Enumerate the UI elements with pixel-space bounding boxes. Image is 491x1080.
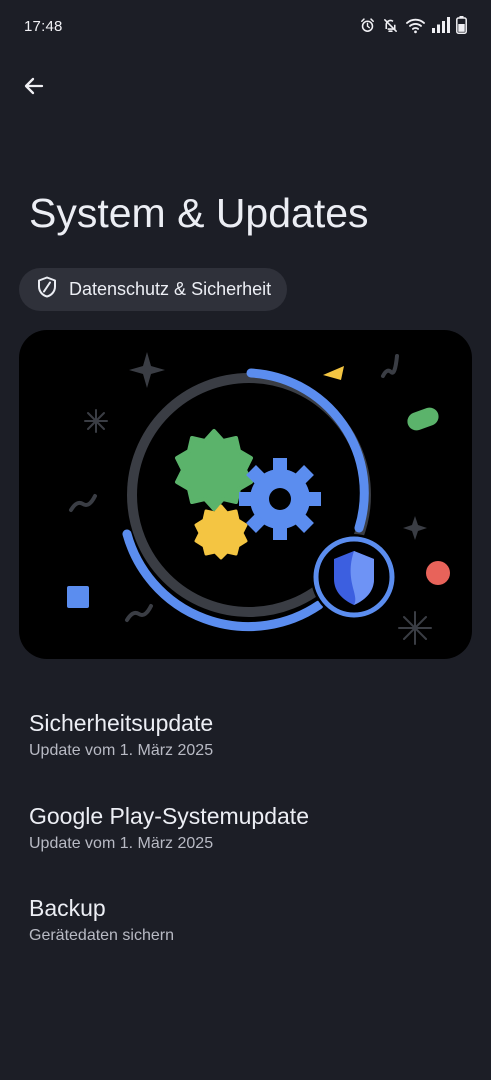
squiggle-decoration bbox=[381, 354, 399, 378]
triangle-decoration bbox=[323, 366, 344, 380]
item-subtitle: Update vom 1. März 2025 bbox=[29, 835, 214, 852]
list-item-google-play-system-update[interactable]: Google Play-Systemupdate Update vom 1. M… bbox=[0, 803, 491, 883]
square-decoration bbox=[67, 586, 89, 608]
shield-badge bbox=[311, 534, 397, 620]
item-title: Sicherheitsupdate bbox=[29, 710, 214, 736]
status-time: 17:48 bbox=[24, 18, 63, 35]
alarm-icon bbox=[359, 17, 376, 34]
list-item-security-update[interactable]: Sicherheitsupdate Update vom 1. März 202… bbox=[0, 710, 491, 790]
privacy-security-chip[interactable]: Datenschutz & Sicherheit bbox=[19, 268, 288, 311]
item-title: Backup bbox=[29, 895, 106, 921]
status-icons bbox=[359, 16, 467, 34]
item-title: Google Play-Systemupdate bbox=[29, 803, 309, 829]
yellow-cog bbox=[194, 504, 248, 560]
signal-icon bbox=[432, 17, 450, 33]
hero-illustration bbox=[19, 330, 472, 659]
burst-decoration bbox=[398, 611, 432, 645]
sparkle-decoration bbox=[129, 352, 165, 388]
sparkle-decoration bbox=[403, 516, 427, 540]
squiggle-decoration bbox=[125, 604, 153, 622]
pill-decoration bbox=[407, 407, 439, 431]
arrow-left-icon bbox=[22, 74, 46, 103]
blue-gear bbox=[239, 458, 321, 540]
status-bar: 17:48 bbox=[0, 0, 491, 52]
system-update-illustration bbox=[67, 352, 450, 645]
chip-label: Datenschutz & Sicherheit bbox=[69, 279, 272, 299]
item-subtitle: Update vom 1. März 2025 bbox=[29, 742, 214, 759]
burst-decoration bbox=[84, 409, 108, 433]
shield-icon bbox=[35, 275, 59, 304]
notifications-off-icon bbox=[382, 17, 399, 34]
dot-decoration bbox=[426, 561, 450, 585]
battery-icon bbox=[456, 16, 467, 34]
squiggle-decoration bbox=[69, 494, 97, 512]
page-title: System & Updates bbox=[29, 190, 369, 236]
item-subtitle: Gerätedaten sichern bbox=[29, 927, 174, 944]
wifi-icon bbox=[405, 17, 426, 34]
back-button[interactable] bbox=[14, 68, 54, 108]
list-item-backup[interactable]: Backup Gerätedaten sichern bbox=[0, 895, 491, 975]
